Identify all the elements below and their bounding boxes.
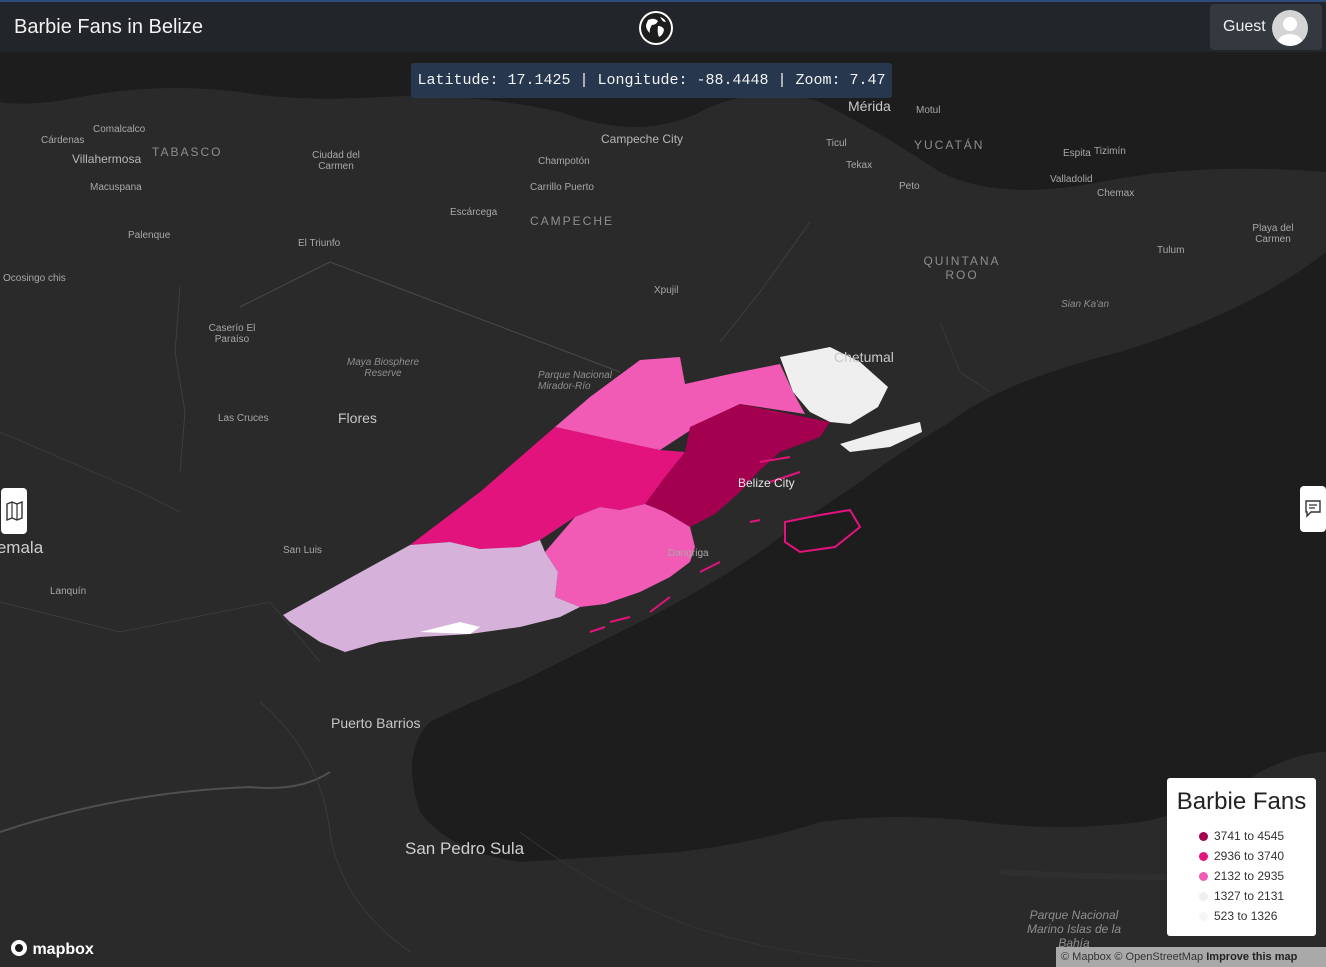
label-sian-kaan: Sian Ka'an (1061, 299, 1110, 310)
label-tulum: Tulum (1157, 245, 1185, 256)
label-motul: Motul (916, 105, 941, 116)
label-san-pedro-sula: San Pedro Sula (405, 839, 525, 858)
label-chetumal: Chetumal (834, 349, 894, 365)
label-villahermosa: Villahermosa (72, 152, 142, 166)
legend-swatch (1199, 852, 1208, 861)
district-corozal-islands (840, 422, 922, 452)
label-campeche: CAMPECHE (530, 214, 615, 228)
legend: Barbie Fans 3741 to 4545 2936 to 3740 21… (1167, 778, 1316, 936)
label-flores: Flores (338, 410, 377, 426)
label-yucatan: YUCATÁN (914, 138, 985, 152)
attribution: © Mapbox © OpenStreetMap Improve this ma… (1056, 947, 1326, 967)
label-cardenas: Cárdenas (41, 135, 85, 146)
label-campeche-city: Campeche City (601, 132, 684, 146)
label-parque-islas: Parque Nacional Marino Islas de la Bahía (1026, 908, 1122, 950)
legend-swatch (1199, 912, 1208, 921)
legend-label: 3741 to 4545 (1214, 829, 1285, 843)
chat-icon (1305, 500, 1321, 518)
label-tekax: Tekax (846, 160, 873, 171)
map-icon (6, 500, 23, 522)
legend-swatch (1199, 872, 1208, 881)
label-espita: Espita (1063, 148, 1091, 159)
label-escarcega: Escárcega (450, 207, 498, 218)
label-belize-city: Belize City (738, 476, 795, 490)
legend-label: 523 to 1326 (1214, 909, 1278, 923)
app-title: Barbie Fans in Belize (14, 16, 203, 38)
label-carrillo-puerto: Carrillo Puerto (530, 182, 594, 193)
user-menu-button[interactable]: Guest (1210, 4, 1322, 50)
label-playa-del-carmen: Playa del Carmen (1252, 223, 1294, 245)
label-peto: Peto (899, 181, 920, 192)
improve-map-link[interactable]: Improve this map (1206, 951, 1297, 963)
legend-swatch (1199, 832, 1208, 841)
globe-icon[interactable] (638, 10, 674, 46)
legend-label: 2132 to 2935 (1214, 869, 1285, 883)
legend-item: 3741 to 4545 (1199, 829, 1284, 843)
legend-item: 2936 to 3740 (1199, 849, 1284, 863)
legend-item: 1327 to 2131 (1199, 889, 1284, 903)
label-maya-biosphere: Maya Biosphere Reserve (346, 357, 420, 379)
label-puerto-barrios: Puerto Barrios (331, 715, 421, 731)
label-comalcalco: Comalcalco (93, 124, 146, 135)
legend-title: Barbie Fans (1176, 788, 1307, 815)
label-macuspana: Macuspana (90, 182, 142, 193)
label-parque-mirador: Parque Nacional Mirador-Río (538, 370, 612, 392)
coordinates-readout: Latitude: 17.1425 | Longitude: -88.4448 … (411, 63, 892, 98)
mapbox-icon (11, 940, 27, 956)
label-ticul: Ticul (826, 138, 847, 149)
label-el-triunfo: El Triunfo (298, 238, 341, 249)
map-layers-button[interactable] (1, 488, 27, 534)
label-tabasco: TABASCO (152, 145, 223, 159)
map-canvas[interactable]: Mérida Motul YUCATÁN Campeche City TABAS… (0, 52, 1326, 967)
label-san-luis: San Luis (283, 545, 322, 556)
label-lanquin: Lanquín (50, 586, 87, 597)
label-ocosingo: Ocosingo chis (3, 273, 66, 284)
label-las-cruces: Las Cruces (218, 413, 269, 424)
chat-button[interactable] (1300, 486, 1326, 532)
top-bar: Barbie Fans in Belize Guest (0, 0, 1326, 52)
cayes-islands (784, 508, 862, 554)
label-caserio-el-paraiso: Caserío El Paraíso (208, 323, 256, 345)
user-name: Guest (1223, 18, 1266, 35)
label-champoton: Champotón (538, 156, 590, 167)
legend-item: 523 to 1326 (1199, 909, 1277, 923)
legend-swatch (1199, 892, 1208, 901)
mapbox-logo[interactable]: mapbox (10, 939, 94, 959)
avatar (1272, 10, 1308, 46)
label-merida: Mérida (848, 98, 891, 114)
label-quintana-roo: QUINTANA ROO (923, 254, 1001, 282)
label-tizimin: Tizimín (1094, 146, 1126, 157)
label-valladolid: Valladolid (1050, 174, 1093, 185)
label-guatemala: Guatemala (0, 538, 44, 557)
label-palenque: Palenque (128, 230, 171, 241)
label-xpujil: Xpujil (654, 285, 679, 296)
attribution-text[interactable]: © Mapbox © OpenStreetMap (1061, 951, 1203, 963)
legend-label: 1327 to 2131 (1214, 889, 1285, 903)
legend-item: 2132 to 2935 (1199, 869, 1284, 883)
mapbox-logo-text: mapbox (32, 941, 94, 958)
label-chemax: Chemax (1097, 188, 1135, 199)
district-toledo[interactable] (283, 540, 580, 652)
label-ciudad-del-carmen: Ciudad del Carmen (312, 150, 360, 172)
legend-label: 2936 to 3740 (1214, 849, 1285, 863)
label-dangriga: Dangriga (668, 548, 709, 559)
